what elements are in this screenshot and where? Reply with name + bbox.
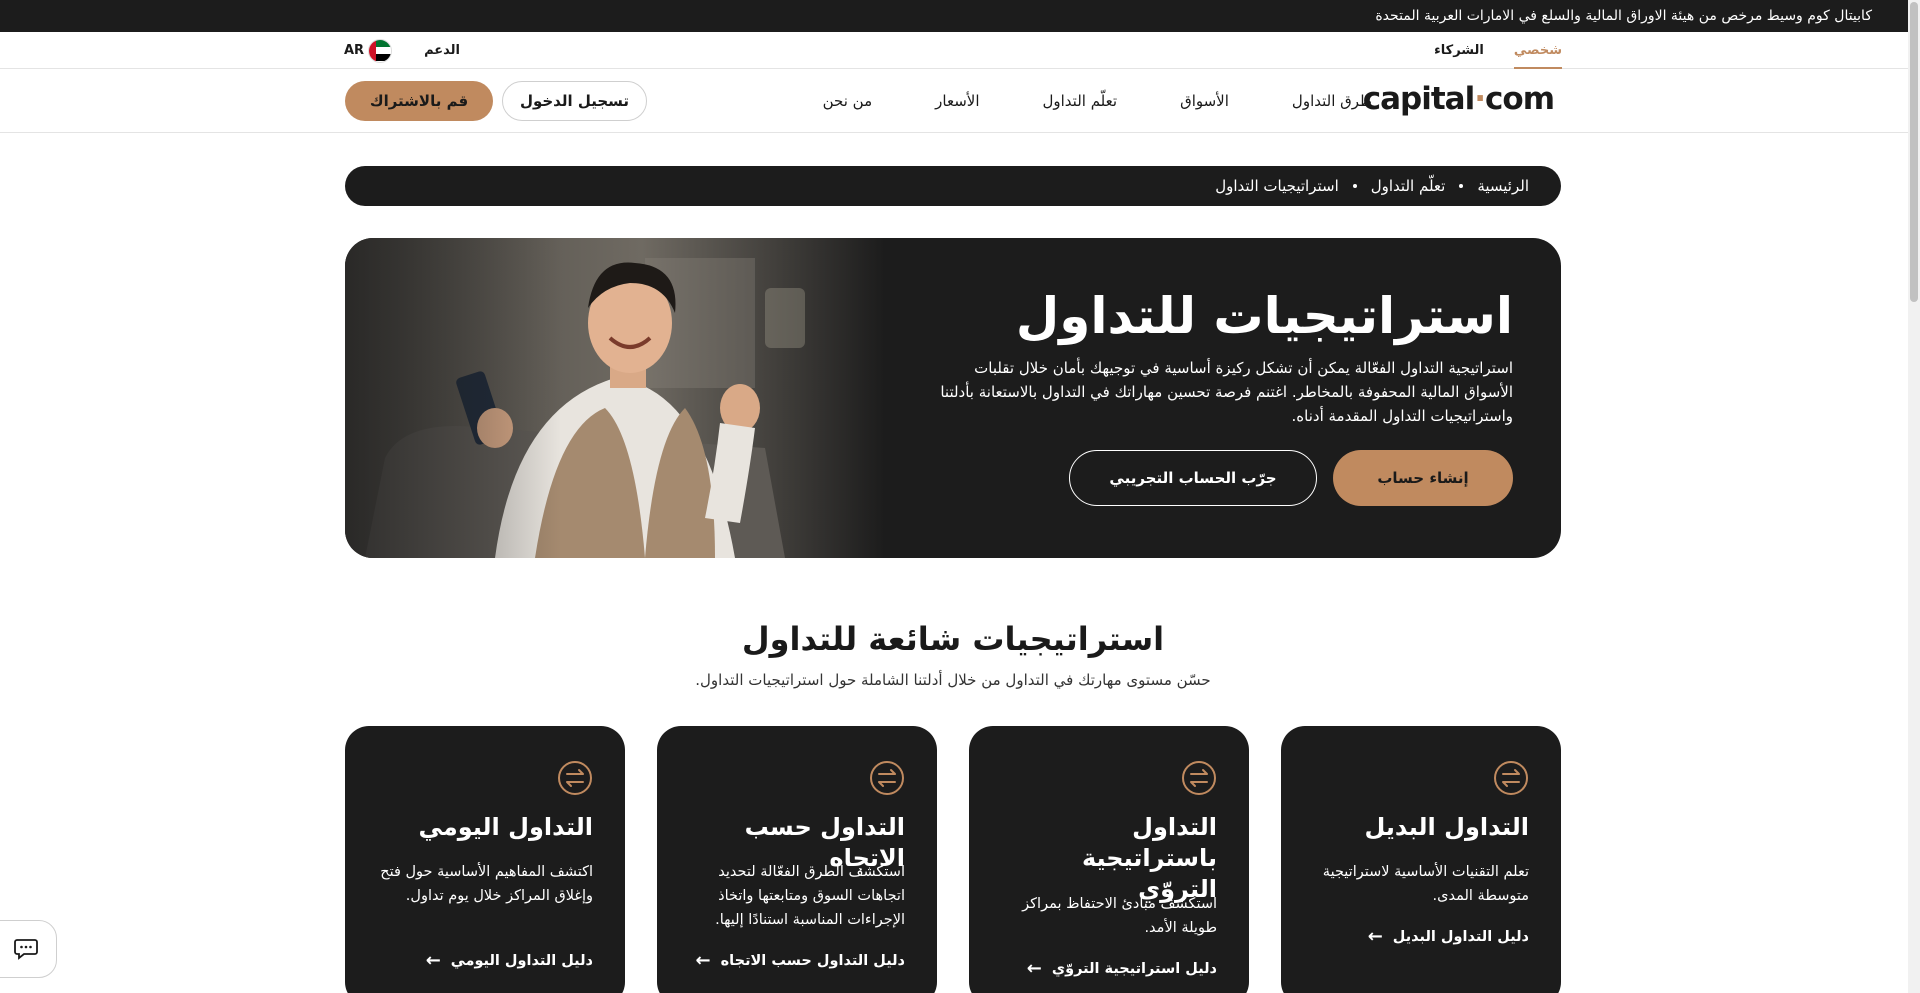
hero-person-photo — [345, 238, 885, 558]
card-description: تعلم التقنيات الأساسية لاستراتيجية متوسط… — [1322, 864, 1529, 904]
nav-item-about[interactable]: من نحن — [823, 92, 873, 110]
section-subtitle: حسّن مستوى مهارتك في التداول من خلال أدل… — [695, 671, 1211, 689]
card-description: استكشف الطرق الفعّالة لتحديد اتجاهات الس… — [715, 864, 905, 928]
card-guide-link[interactable]: دليل التداول البديل ← — [1368, 926, 1529, 947]
breadcrumb-separator — [1459, 184, 1464, 188]
card-link-label: دليل التداول اليومي — [450, 952, 593, 969]
account-row: شخصي الشركاء AR الدعم — [0, 32, 1908, 69]
hero-text: استراتيجيات للتداول استراتيجية التداول ا… — [933, 286, 1513, 428]
card-guide-link[interactable]: دليل التداول اليومي ← — [426, 950, 593, 971]
account-tabs: شخصي الشركاء — [1434, 32, 1563, 69]
swap-arrows-icon — [870, 761, 904, 795]
strategy-card-trend[interactable]: التداول حسب الاتجاه استكشف الطرق الفعّال… — [657, 726, 937, 993]
strategy-card-day[interactable]: التداول اليومي اكتشف المفاهيم الأساسية ح… — [345, 726, 625, 993]
card-title: التداول البديل — [1364, 813, 1529, 841]
arrow-left-icon: ← — [1367, 926, 1383, 947]
breadcrumb-separator — [1352, 184, 1357, 188]
main-nav: capital·com طرق التداول الأسواق تعلّم ال… — [0, 69, 1908, 133]
hero-banner: استراتيجيات للتداول استراتيجية التداول ا… — [345, 238, 1561, 558]
swap-arrows-icon — [1494, 761, 1528, 795]
chat-widget-button[interactable] — [0, 920, 57, 978]
scrollbar-thumb[interactable] — [1910, 2, 1918, 302]
breadcrumb-current: استراتيجيات التداول — [1215, 177, 1339, 195]
card-title: التداول اليومي — [418, 813, 593, 841]
login-button[interactable]: تسجيل الدخول — [502, 81, 647, 121]
swap-arrows-icon — [1182, 761, 1216, 795]
nav-item-markets[interactable]: الأسواق — [1180, 92, 1229, 110]
create-account-button[interactable]: إنشاء حساب — [1333, 450, 1513, 506]
support-link[interactable]: الدعم — [424, 43, 460, 58]
tab-partners[interactable]: الشركاء — [1434, 32, 1484, 69]
breadcrumb: الرئيسية تعلّم التداول استراتيجيات التدا… — [345, 166, 1561, 206]
hero-title: استراتيجيات للتداول — [1015, 287, 1513, 345]
card-link-label: دليل التداول البديل — [1392, 928, 1529, 945]
section-title: استراتيجيات شائعة للتداول — [741, 620, 1165, 658]
chat-bubble-icon — [13, 939, 38, 960]
nav-item-prices[interactable]: الأسعار — [935, 92, 979, 110]
card-guide-link[interactable]: دليل استراتيجية التروّي ← — [1027, 958, 1217, 979]
card-description: استكشف مبادئ الاحتفاظ بمراكز طويلة الأمد… — [1022, 896, 1217, 936]
card-link-label: دليل استراتيجية التروّي — [1051, 960, 1217, 977]
signup-button[interactable]: قم بالاشتراك — [345, 81, 493, 121]
strategy-card-swing[interactable]: التداول البديل تعلم التقنيات الأساسية لا… — [1281, 726, 1561, 993]
strategy-card-position[interactable]: التداول باستراتيجية التروّي استكشف مبادئ… — [969, 726, 1249, 993]
utility-links: AR الدعم — [344, 32, 460, 69]
swap-arrows-icon — [558, 761, 592, 795]
breadcrumb-home[interactable]: الرئيسية — [1477, 177, 1529, 195]
tab-personal[interactable]: شخصي — [1513, 32, 1563, 69]
uae-flag-icon — [368, 38, 393, 63]
banner-text: كابيتال كوم وسيط مرخص من هيئة الاوراق ال… — [1375, 8, 1872, 24]
nav-item-learn[interactable]: تعلّم التداول — [1042, 92, 1117, 110]
language-selector[interactable]: AR — [344, 38, 393, 63]
try-demo-button[interactable]: جرّب الحساب التجريبي — [1069, 450, 1317, 506]
top-banner: كابيتال كوم وسيط مرخص من هيئة الاوراق ال… — [0, 0, 1908, 32]
card-link-label: دليل التداول حسب الاتجاه — [720, 952, 905, 969]
nav-item-ways-to-trade[interactable]: طرق التداول — [1292, 92, 1372, 110]
hero-actions: إنشاء حساب جرّب الحساب التجريبي — [1069, 450, 1513, 506]
language-label: AR — [344, 43, 365, 58]
capital-com-logo[interactable]: capital·com — [1363, 81, 1555, 117]
breadcrumb-learn[interactable]: تعلّم التداول — [1371, 177, 1446, 195]
arrow-left-icon: ← — [1026, 958, 1042, 979]
page-scrollbar[interactable] — [1908, 0, 1920, 993]
nav-menu: طرق التداول الأسواق تعلّم التداول الأسعا… — [823, 69, 1372, 133]
card-guide-link[interactable]: دليل التداول حسب الاتجاه ← — [696, 950, 905, 971]
hero-description: استراتيجية التداول الفعّالة يمكن أن تشكل… — [940, 359, 1513, 425]
card-description: اكتشف المفاهيم الأساسية حول فتح وإغلاق ا… — [380, 864, 593, 904]
arrow-left-icon: ← — [695, 950, 711, 971]
arrow-left-icon: ← — [425, 950, 441, 971]
